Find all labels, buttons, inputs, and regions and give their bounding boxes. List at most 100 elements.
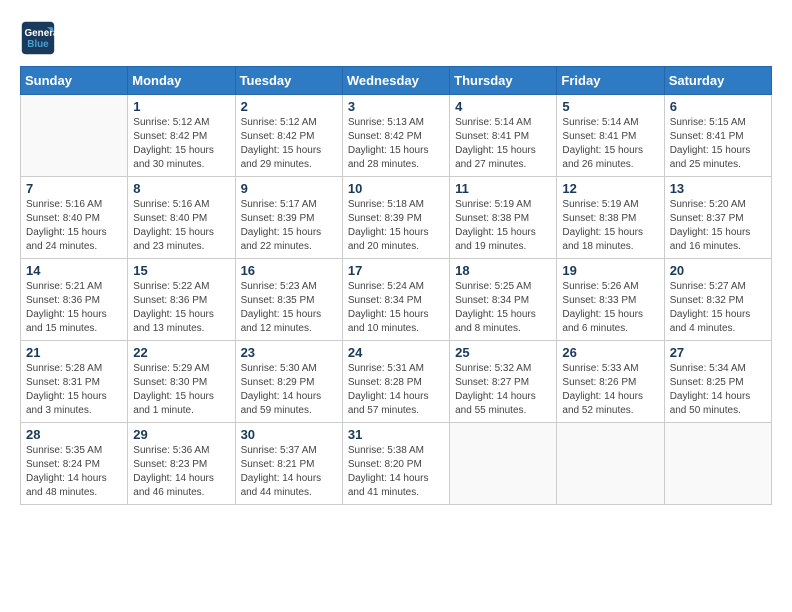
day-number: 25 [455, 345, 551, 360]
calendar-cell: 20 Sunrise: 5:27 AM Sunset: 8:32 PM Dayli… [664, 259, 771, 341]
day-number: 27 [670, 345, 766, 360]
day-number: 30 [241, 427, 337, 442]
logo-icon: General Blue [20, 20, 56, 56]
calendar-cell: 23Sunrise: 5:30 AM Sunset: 8:29 PM Dayli… [235, 341, 342, 423]
calendar-table: SundayMondayTuesdayWednesdayThursdayFrid… [20, 66, 772, 505]
calendar-cell: 15Sunrise: 5:22 AM Sunset: 8:36 PM Dayli… [128, 259, 235, 341]
calendar-cell: 4 Sunrise: 5:14 AM Sunset: 8:41 PM Daylig… [450, 95, 557, 177]
day-number: 11 [455, 181, 551, 196]
weekday-header-thursday: Thursday [450, 67, 557, 95]
day-number: 23 [241, 345, 337, 360]
calendar-cell: 14 Sunrise: 5:21 AM Sunset: 8:36 PM Dayli… [21, 259, 128, 341]
day-info: Sunrise: 5:12 AM Sunset: 8:42 PM Dayligh… [241, 116, 337, 172]
day-info: Sunrise: 5:24 AM Sunset: 8:34 PM Dayligh… [348, 280, 444, 336]
day-number: 8 [133, 181, 229, 196]
day-number: 26 [562, 345, 658, 360]
day-number: 5 [562, 99, 658, 114]
day-number: 20 [670, 263, 766, 278]
calendar-cell: 2 Sunrise: 5:12 AM Sunset: 8:42 PM Daylig… [235, 95, 342, 177]
calendar-cell: 30Sunrise: 5:37 AM Sunset: 8:21 PM Dayli… [235, 423, 342, 505]
day-number: 29 [133, 427, 229, 442]
day-info: Sunrise: 5:25 AM Sunset: 8:34 PM Dayligh… [455, 280, 551, 336]
calendar-cell [664, 423, 771, 505]
day-info: Sunrise: 5:27 AM Sunset: 8:32 PM Dayligh… [670, 280, 766, 336]
day-number: 16 [241, 263, 337, 278]
calendar-cell: 19 Sunrise: 5:26 AM Sunset: 8:33 PM Dayli… [557, 259, 664, 341]
day-info: Sunrise: 5:34 AM Sunset: 8:25 PM Dayligh… [670, 362, 766, 418]
day-info: Sunrise: 5:28 AM Sunset: 8:31 PM Dayligh… [26, 362, 122, 418]
calendar-week-row: 7Sunrise: 5:16 AM Sunset: 8:40 PM Daylig… [21, 177, 772, 259]
day-info: Sunrise: 5:36 AM Sunset: 8:23 PM Dayligh… [133, 444, 229, 500]
weekday-header-tuesday: Tuesday [235, 67, 342, 95]
calendar-cell: 5 Sunrise: 5:14 AM Sunset: 8:41 PM Daylig… [557, 95, 664, 177]
day-number: 9 [241, 181, 337, 196]
day-number: 24 [348, 345, 444, 360]
calendar-week-row: 21 Sunrise: 5:28 AM Sunset: 8:31 PM Dayli… [21, 341, 772, 423]
day-info: Sunrise: 5:14 AM Sunset: 8:41 PM Dayligh… [562, 116, 658, 172]
calendar-cell: 6 Sunrise: 5:15 AM Sunset: 8:41 PM Daylig… [664, 95, 771, 177]
calendar-cell [450, 423, 557, 505]
day-number: 21 [26, 345, 122, 360]
day-number: 3 [348, 99, 444, 114]
calendar-week-row: 14 Sunrise: 5:21 AM Sunset: 8:36 PM Dayli… [21, 259, 772, 341]
calendar-cell: 16Sunrise: 5:23 AM Sunset: 8:35 PM Dayli… [235, 259, 342, 341]
weekday-header-friday: Friday [557, 67, 664, 95]
day-info: Sunrise: 5:19 AM Sunset: 8:38 PM Dayligh… [455, 198, 551, 254]
calendar-cell: 27 Sunrise: 5:34 AM Sunset: 8:25 PM Dayli… [664, 341, 771, 423]
day-info: Sunrise: 5:15 AM Sunset: 8:41 PM Dayligh… [670, 116, 766, 172]
calendar-cell: 3 Sunrise: 5:13 AM Sunset: 8:42 PM Daylig… [342, 95, 449, 177]
calendar-cell: 13Sunrise: 5:20 AM Sunset: 8:37 PM Dayli… [664, 177, 771, 259]
weekday-header-monday: Monday [128, 67, 235, 95]
day-number: 4 [455, 99, 551, 114]
day-info: Sunrise: 5:17 AM Sunset: 8:39 PM Dayligh… [241, 198, 337, 254]
calendar-header-row: SundayMondayTuesdayWednesdayThursdayFrid… [21, 67, 772, 95]
day-info: Sunrise: 5:18 AM Sunset: 8:39 PM Dayligh… [348, 198, 444, 254]
calendar-cell: 22 Sunrise: 5:29 AM Sunset: 8:30 PM Dayli… [128, 341, 235, 423]
day-info: Sunrise: 5:26 AM Sunset: 8:33 PM Dayligh… [562, 280, 658, 336]
calendar-week-row: 1Sunrise: 5:12 AM Sunset: 8:42 PM Daylig… [21, 95, 772, 177]
calendar-cell: 11 Sunrise: 5:19 AM Sunset: 8:38 PM Dayli… [450, 177, 557, 259]
logo: General Blue [20, 20, 62, 56]
calendar-cell: 28 Sunrise: 5:35 AM Sunset: 8:24 PM Dayli… [21, 423, 128, 505]
day-number: 17 [348, 263, 444, 278]
calendar-cell: 10 Sunrise: 5:18 AM Sunset: 8:39 PM Dayli… [342, 177, 449, 259]
weekday-header-saturday: Saturday [664, 67, 771, 95]
svg-text:Blue: Blue [27, 39, 49, 50]
day-number: 6 [670, 99, 766, 114]
day-number: 28 [26, 427, 122, 442]
calendar-cell: 17 Sunrise: 5:24 AM Sunset: 8:34 PM Dayli… [342, 259, 449, 341]
day-number: 14 [26, 263, 122, 278]
day-number: 12 [562, 181, 658, 196]
day-info: Sunrise: 5:29 AM Sunset: 8:30 PM Dayligh… [133, 362, 229, 418]
calendar-cell: 31Sunrise: 5:38 AM Sunset: 8:20 PM Dayli… [342, 423, 449, 505]
day-info: Sunrise: 5:38 AM Sunset: 8:20 PM Dayligh… [348, 444, 444, 500]
calendar-cell: 26Sunrise: 5:33 AM Sunset: 8:26 PM Dayli… [557, 341, 664, 423]
calendar-cell: 1Sunrise: 5:12 AM Sunset: 8:42 PM Daylig… [128, 95, 235, 177]
day-info: Sunrise: 5:19 AM Sunset: 8:38 PM Dayligh… [562, 198, 658, 254]
day-info: Sunrise: 5:13 AM Sunset: 8:42 PM Dayligh… [348, 116, 444, 172]
weekday-header-sunday: Sunday [21, 67, 128, 95]
page-header: General Blue [20, 20, 772, 56]
calendar-cell: 9 Sunrise: 5:17 AM Sunset: 8:39 PM Daylig… [235, 177, 342, 259]
day-info: Sunrise: 5:14 AM Sunset: 8:41 PM Dayligh… [455, 116, 551, 172]
calendar-cell: 18 Sunrise: 5:25 AM Sunset: 8:34 PM Dayli… [450, 259, 557, 341]
calendar-cell [557, 423, 664, 505]
calendar-cell: 25Sunrise: 5:32 AM Sunset: 8:27 PM Dayli… [450, 341, 557, 423]
day-number: 15 [133, 263, 229, 278]
day-info: Sunrise: 5:21 AM Sunset: 8:36 PM Dayligh… [26, 280, 122, 336]
day-info: Sunrise: 5:16 AM Sunset: 8:40 PM Dayligh… [133, 198, 229, 254]
day-info: Sunrise: 5:16 AM Sunset: 8:40 PM Dayligh… [26, 198, 122, 254]
calendar-cell: 7Sunrise: 5:16 AM Sunset: 8:40 PM Daylig… [21, 177, 128, 259]
day-number: 2 [241, 99, 337, 114]
day-info: Sunrise: 5:35 AM Sunset: 8:24 PM Dayligh… [26, 444, 122, 500]
calendar-cell: 29 Sunrise: 5:36 AM Sunset: 8:23 PM Dayli… [128, 423, 235, 505]
day-number: 18 [455, 263, 551, 278]
calendar-cell [21, 95, 128, 177]
day-number: 19 [562, 263, 658, 278]
day-number: 22 [133, 345, 229, 360]
day-info: Sunrise: 5:31 AM Sunset: 8:28 PM Dayligh… [348, 362, 444, 418]
day-number: 10 [348, 181, 444, 196]
weekday-header-wednesday: Wednesday [342, 67, 449, 95]
calendar-cell: 12 Sunrise: 5:19 AM Sunset: 8:38 PM Dayli… [557, 177, 664, 259]
day-number: 13 [670, 181, 766, 196]
